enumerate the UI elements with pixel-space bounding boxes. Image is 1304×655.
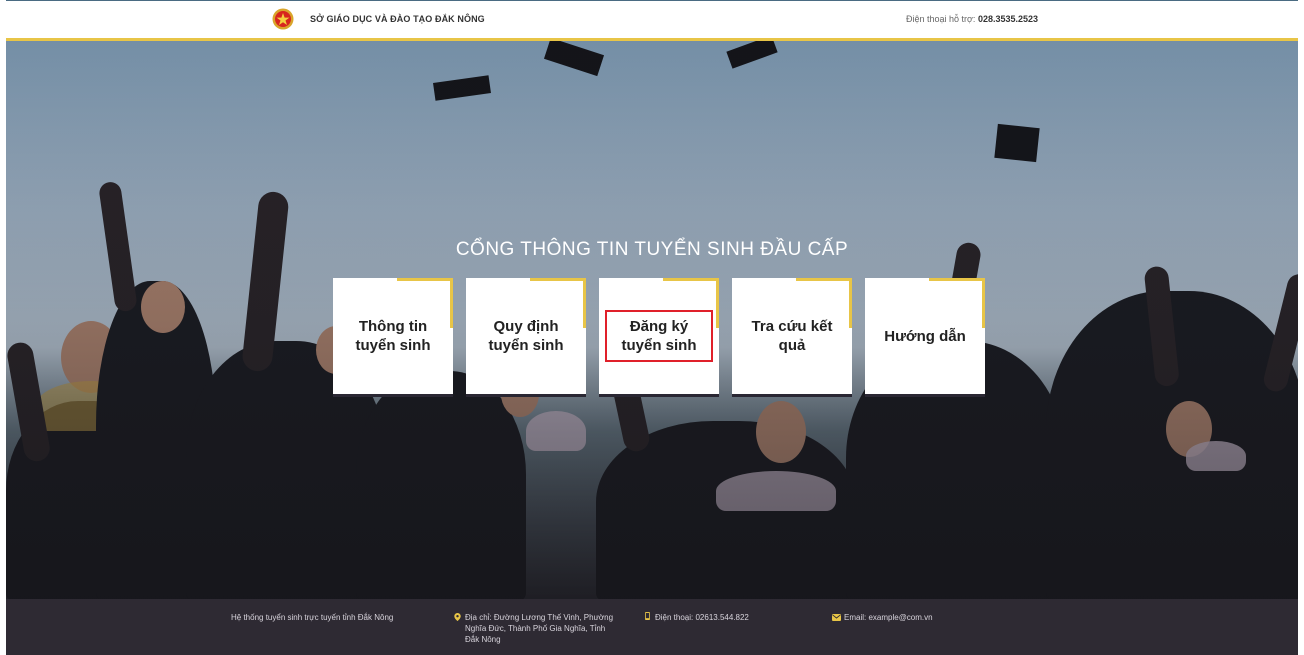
org-name[interactable]: SỞ GIÁO DỤC VÀ ĐÀO TẠO ĐẮK NÔNG [310,14,485,24]
support-phone: Điện thoại hỗ trợ: 028.3535.2523 [906,14,1038,24]
card-label: Tra cứu kết quả [751,318,833,354]
card-huong-dan[interactable]: Hướng dẫn [865,278,985,397]
menu-cards: Thông tin tuyển sinh Quy định tuyển sinh… [333,278,989,401]
card-tra-cuu-ket-qua[interactable]: Tra cứu kết quả [732,278,852,397]
card-dang-ky-tuyen-sinh[interactable]: Đăng ký tuyển sinh [599,278,719,397]
hero-title: CỔNG THÔNG TIN TUYỂN SINH ĐẦU CẤP [455,239,849,260]
footer-address: Địa chỉ: Đường Lương Thế Vinh, Phường Ng… [465,613,614,644]
card-label: Quy định tuyển sinh [488,318,564,354]
footer-phone: Điện thoại: 02613.544.822 [655,613,749,622]
footer-system-name: Hệ thống tuyển sinh trực tuyến tỉnh Đắk … [231,613,394,622]
card-quy-dinh-tuyen-sinh[interactable]: Quy định tuyển sinh [466,278,586,397]
mail-icon [832,614,841,621]
card-thong-tin-tuyen-sinh[interactable]: Thông tin tuyển sinh [333,278,453,397]
card-label: Hướng dẫn [884,327,966,345]
card-label: Đăng ký tuyển sinh [605,310,713,362]
support-phone-number: 028.3535.2523 [977,14,1038,24]
card-label: Thông tin tuyển sinh [355,318,431,354]
footer-email[interactable]: Email: example@com.vn [844,612,933,623]
support-label: Điện thoại hỗ trợ: [905,14,976,24]
phone-icon [645,612,650,620]
emblem-icon[interactable] [272,8,294,30]
footer: Hệ thống tuyển sinh trực tuyến tỉnh Đắk … [6,599,1298,655]
hero-banner: CỔNG THÔNG TIN TUYỂN SINH ĐẦU CẤP Thông … [6,41,1298,599]
location-pin-icon [454,613,461,621]
top-header: SỞ GIÁO DỤC VÀ ĐÀO TẠO ĐẮK NÔNG Điện tho… [6,0,1298,38]
